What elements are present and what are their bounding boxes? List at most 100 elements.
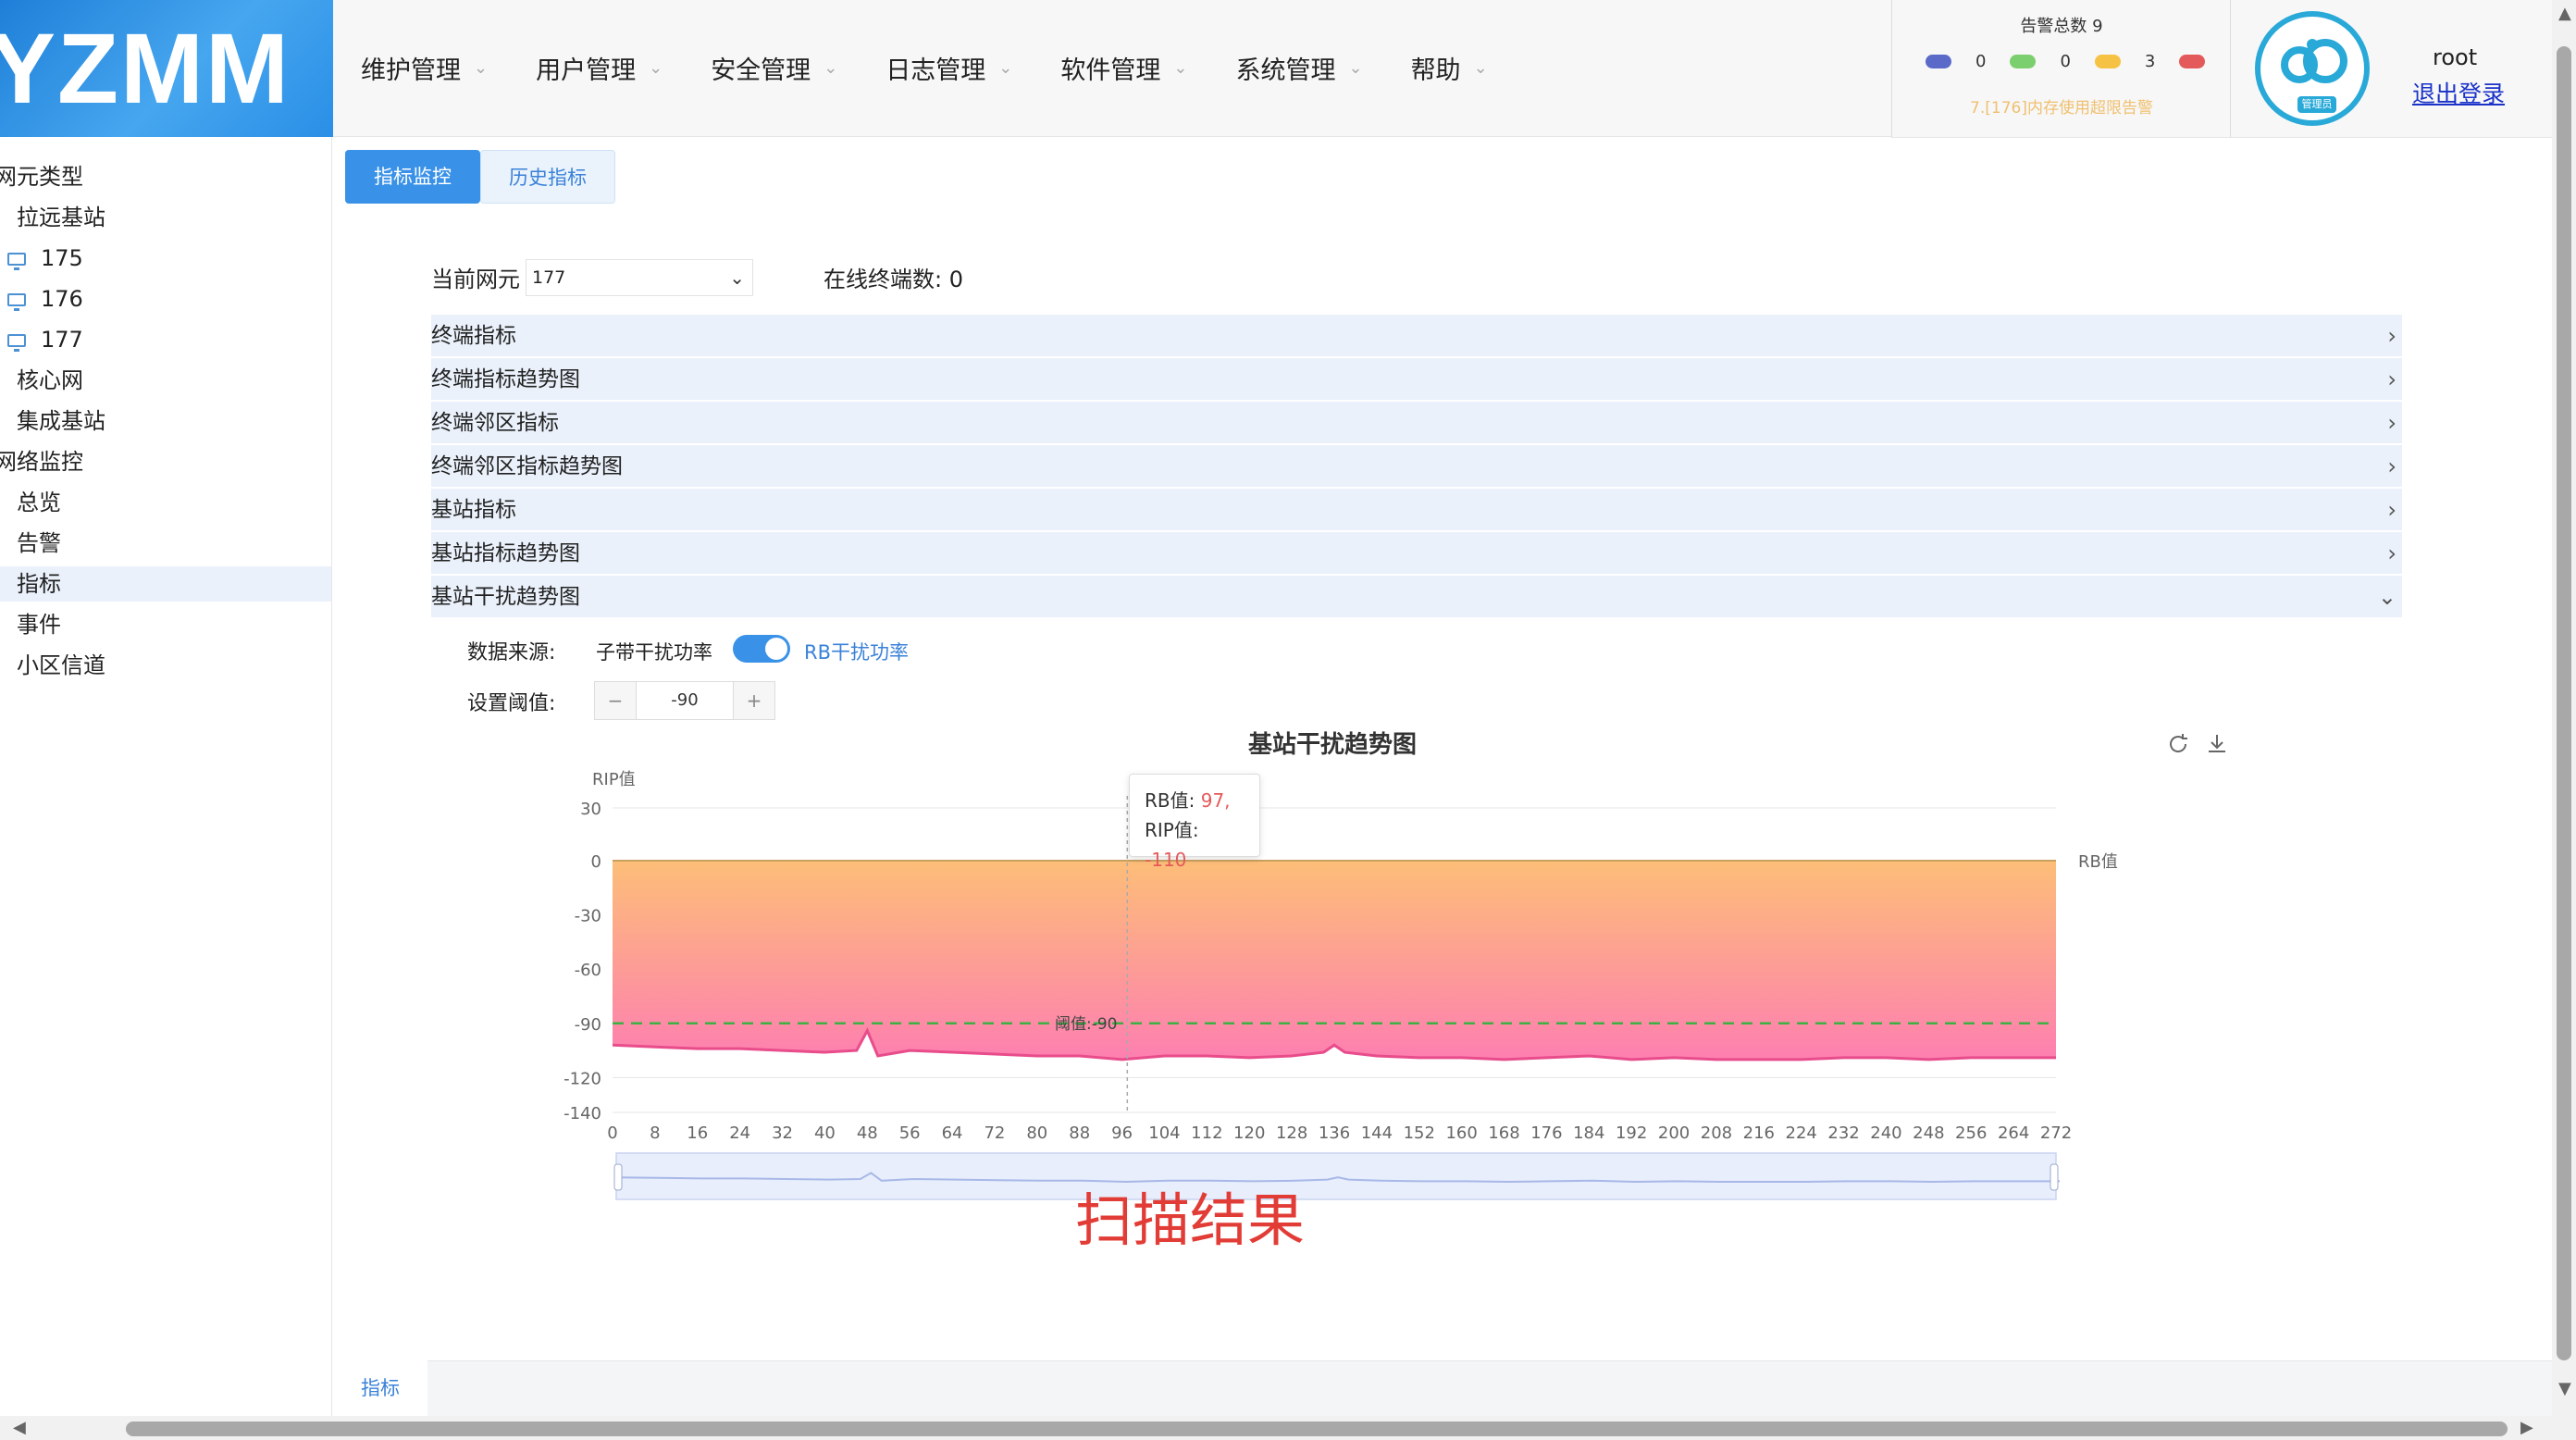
vertical-scrollbar[interactable]: ▲ ▼ bbox=[2552, 0, 2576, 1416]
tab-history-metrics[interactable]: 历史指标 bbox=[480, 150, 615, 204]
y-tick-label: -30 bbox=[575, 907, 601, 926]
x-tick-label: 264 bbox=[1998, 1123, 2029, 1143]
sidebar-item[interactable]: 指标 bbox=[0, 566, 331, 602]
sidebar-item[interactable]: 拉远基站 bbox=[0, 200, 331, 235]
sidebar-item[interactable]: 176 bbox=[0, 281, 331, 317]
accordion-header[interactable]: 基站干扰趋势图 ⌄ bbox=[431, 576, 2402, 618]
scroll-down-icon[interactable]: ▼ bbox=[2558, 1379, 2571, 1398]
x-tick-label: 200 bbox=[1658, 1123, 1690, 1143]
sidebar-item[interactable]: 175 bbox=[0, 241, 331, 276]
sidebar-item-label: 事件 bbox=[17, 612, 61, 638]
datasource-label: 数据来源: bbox=[467, 641, 556, 664]
accordion-header[interactable]: 基站指标 › bbox=[431, 489, 2402, 531]
threshold-stepper[interactable]: − -90 + bbox=[594, 681, 775, 720]
sidebar-tree: 网元类型拉远基站 175 176 177 核心网集成基站网络监控总览告警指标事件小区信道 bbox=[0, 137, 332, 1423]
alarm-level-indicator bbox=[2179, 55, 2206, 68]
alarm-level-indicator bbox=[1926, 55, 1951, 68]
nav-item[interactable]: 系统管理 ⌄ bbox=[1235, 50, 1362, 86]
accordion-header[interactable]: 基站指标趋势图 › bbox=[431, 532, 2402, 575]
nav-item[interactable]: 用户管理 ⌄ bbox=[536, 50, 663, 86]
sidebar-item[interactable]: 总览 bbox=[0, 485, 331, 520]
sidebar-item[interactable]: 告警 bbox=[0, 526, 331, 561]
nav-item[interactable]: 软件管理 ⌄ bbox=[1060, 50, 1187, 86]
sidebar-item[interactable]: 核心网 bbox=[0, 363, 331, 398]
alarm-summary-panel[interactable]: 告警总数 9 0036 7.[176]内存使用超限告警 bbox=[1891, 0, 2240, 138]
chevron-right-icon: › bbox=[2387, 540, 2396, 566]
accordion-title: 基站指标趋势图 bbox=[431, 541, 580, 565]
monitor-icon bbox=[7, 253, 26, 270]
nav-item[interactable]: 安全管理 ⌄ bbox=[711, 50, 837, 86]
alarm-level-count[interactable]: 0 bbox=[1975, 52, 1986, 71]
x-tick-label: 88 bbox=[1069, 1123, 1090, 1143]
ne-select[interactable]: 177 ⌄ bbox=[526, 259, 753, 296]
accordion-header[interactable]: 终端指标 › bbox=[431, 315, 2402, 357]
sidebar-item[interactable]: 177 bbox=[0, 322, 331, 357]
accordion-header[interactable]: 终端邻区指标趋势图 › bbox=[431, 445, 2402, 488]
y-tick-label: -120 bbox=[564, 1069, 601, 1088]
accordion-title: 基站指标 bbox=[431, 498, 516, 522]
refresh-icon[interactable] bbox=[2165, 731, 2191, 757]
horizontal-scrollbar[interactable]: ◀ ▶ bbox=[0, 1416, 2576, 1440]
datasource-toggle[interactable] bbox=[733, 635, 790, 663]
sidebar-item-label: 告警 bbox=[17, 530, 61, 556]
y-tick-label: -140 bbox=[564, 1104, 601, 1123]
chevron-right-icon: › bbox=[2387, 323, 2396, 349]
sidebar-item[interactable]: 网元类型 bbox=[0, 159, 326, 194]
scroll-right-icon[interactable]: ▶ bbox=[2520, 1418, 2533, 1437]
zoom-handle-right[interactable] bbox=[2050, 1163, 2059, 1191]
sidebar-item-label: 小区信道 bbox=[17, 652, 105, 678]
alarm-total: 告警总数 9 bbox=[2020, 17, 2103, 36]
x-tick-label: 0 bbox=[607, 1123, 617, 1143]
sidebar-item-label: 指标 bbox=[17, 571, 61, 597]
decrement-button[interactable]: − bbox=[595, 682, 636, 719]
x-tick-label: 112 bbox=[1191, 1123, 1222, 1143]
sidebar-item-label: 拉远基站 bbox=[17, 205, 105, 230]
chevron-down-icon: ⌄ bbox=[998, 58, 1013, 78]
alarm-level-count[interactable]: 3 bbox=[2145, 52, 2155, 71]
tab-realtime-metrics[interactable]: 指标监控 bbox=[345, 150, 480, 204]
sidebar-item[interactable]: 事件 bbox=[0, 607, 331, 642]
nav-item[interactable]: 维护管理 ⌄ bbox=[361, 50, 488, 86]
chevron-down-icon: ⌄ bbox=[1173, 58, 1188, 78]
y-tick-label: 0 bbox=[591, 852, 601, 872]
sidebar-item[interactable]: 集成基站 bbox=[0, 403, 331, 439]
y-tick-label: -90 bbox=[575, 1015, 601, 1035]
x-tick-label: 40 bbox=[814, 1123, 836, 1143]
x-tick-label: 24 bbox=[729, 1123, 750, 1143]
tooltip-rb-label: RB值: bbox=[1145, 789, 1195, 812]
sidebar-item[interactable]: 网络监控 bbox=[0, 444, 326, 479]
toggle-knob bbox=[765, 638, 787, 660]
sidebar-item-label: 网元类型 bbox=[0, 164, 83, 190]
nav-item-label: 日志管理 bbox=[886, 56, 986, 85]
rb-power-option[interactable]: RB干扰功率 bbox=[804, 638, 909, 665]
accordion-header[interactable]: 终端指标趋势图 › bbox=[431, 358, 2402, 401]
alarm-level-indicator bbox=[2094, 55, 2121, 68]
scroll-left-icon[interactable]: ◀ bbox=[13, 1418, 26, 1437]
threshold-value[interactable]: -90 bbox=[636, 682, 734, 719]
nav-item[interactable]: 帮助 ⌄ bbox=[1411, 50, 1488, 86]
chevron-right-icon: › bbox=[2387, 366, 2396, 392]
sidebar-item-label: 核心网 bbox=[17, 367, 83, 393]
chart-title: 基站干扰趋势图 bbox=[1247, 731, 1417, 759]
chart-tooltip: RB值: 97, RIP值: -110 bbox=[1129, 774, 1260, 871]
zoom-handle-left[interactable] bbox=[613, 1163, 623, 1191]
nav-item[interactable]: 日志管理 ⌄ bbox=[886, 50, 1012, 86]
bottom-tab-metrics[interactable]: 指标 bbox=[333, 1360, 427, 1416]
scroll-up-icon[interactable]: ▲ bbox=[2558, 4, 2571, 23]
alarm-level-count[interactable]: 0 bbox=[2060, 52, 2070, 71]
x-tick-label: 72 bbox=[984, 1123, 1005, 1143]
download-icon[interactable] bbox=[2204, 731, 2230, 757]
accordion-header[interactable]: 终端邻区指标 › bbox=[431, 402, 2402, 444]
logout-link[interactable]: 退出登录 bbox=[2412, 76, 2505, 109]
latest-alarm-message[interactable]: 7.[176]内存使用超限告警 bbox=[1892, 94, 2231, 118]
vertical-scroll-thumb[interactable] bbox=[2557, 46, 2571, 1360]
nav-item-label: 软件管理 bbox=[1060, 56, 1161, 85]
data-zoom-slider[interactable] bbox=[615, 1152, 2057, 1200]
horizontal-scroll-thumb[interactable] bbox=[126, 1421, 2508, 1436]
chevron-down-icon: ⌄ bbox=[649, 58, 663, 78]
subband-power-option[interactable]: 子带干扰功率 bbox=[596, 638, 712, 665]
sidebar-item[interactable]: 小区信道 bbox=[0, 648, 331, 683]
x-tick-label: 176 bbox=[1530, 1123, 1562, 1143]
increment-button[interactable]: + bbox=[734, 682, 774, 719]
tooltip-rb-value: 97, bbox=[1200, 789, 1231, 812]
